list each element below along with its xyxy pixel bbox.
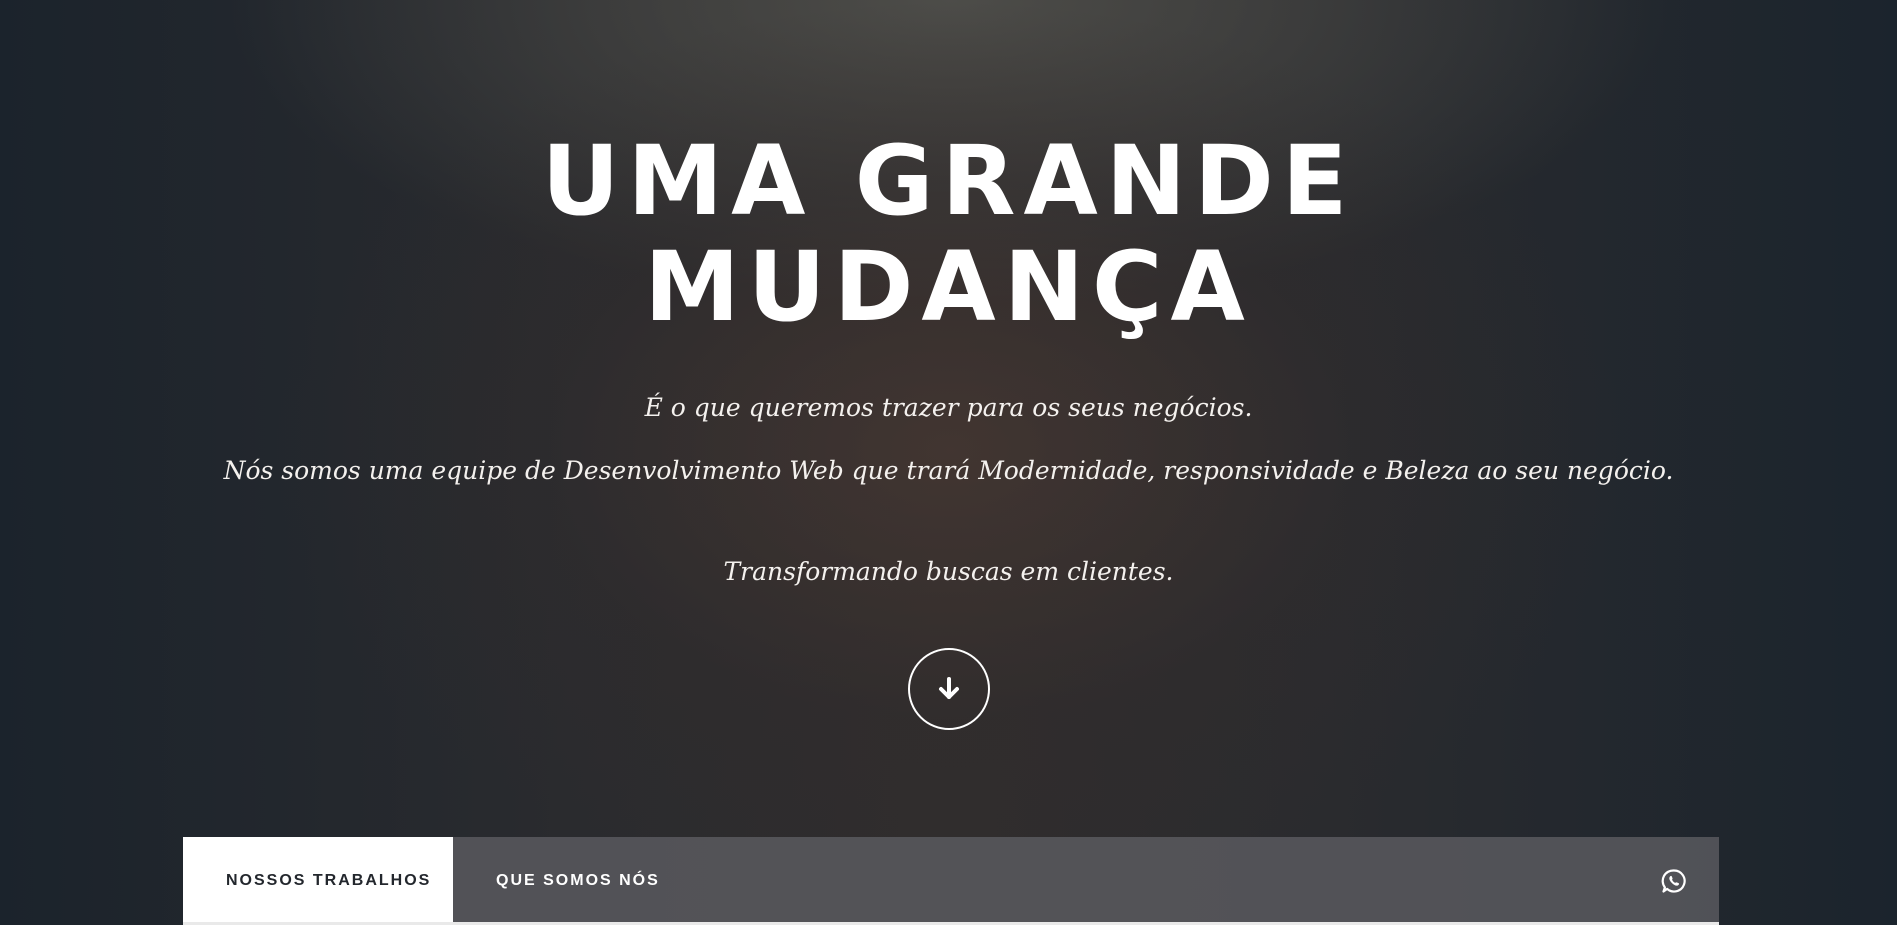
arrow-down-icon: [939, 677, 959, 699]
hero-slogan: Transformando buscas em clientes.: [723, 557, 1174, 586]
main-navbar: NOSSOS TRABALHOS QUE SOMOS NÓS: [183, 837, 1719, 925]
hero-headline-line2: MUDANÇA: [644, 231, 1253, 343]
hero-headline-line1: UMA GRANDE: [541, 125, 1356, 237]
tab-que-somos-nos[interactable]: QUE SOMOS NÓS: [453, 837, 660, 925]
hero-description: Nós somos uma equipe de Desenvolvimento …: [223, 456, 1674, 485]
whatsapp-icon: [1661, 869, 1686, 893]
navbar-spacer: [660, 837, 1629, 925]
hero-tagline: É o que queremos trazer para os seus neg…: [644, 393, 1253, 422]
hero-headline: UMA GRANDE MUDANÇA: [0, 128, 1897, 340]
whatsapp-button[interactable]: [1629, 837, 1719, 925]
scroll-down-button[interactable]: [908, 648, 990, 730]
tab-nossos-trabalhos[interactable]: NOSSOS TRABALHOS: [183, 837, 453, 925]
hero-section: UMA GRANDE MUDANÇA É o que queremos traz…: [0, 0, 1897, 925]
